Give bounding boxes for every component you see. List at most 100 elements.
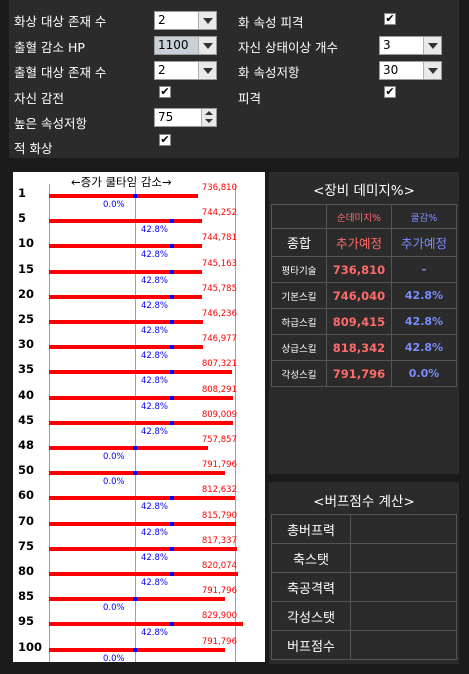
self-abnormal-count-combo[interactable]: 3 xyxy=(379,36,442,55)
chart-cool-label: 42.8% xyxy=(141,527,169,538)
chart-damage-label: 745,785 xyxy=(201,283,237,294)
bleed-target-count-combo[interactable]: 2 xyxy=(154,61,217,80)
buff-row-value xyxy=(350,543,457,573)
chart-level-label: 80 xyxy=(18,564,35,578)
chart-damage-bar xyxy=(49,420,233,425)
chevron-down-icon[interactable] xyxy=(198,37,216,54)
fire-attr-reduce-label: 화 속성저항 xyxy=(238,65,300,80)
buff-row: 축스탯 xyxy=(271,543,457,573)
chart-level-label: 40 xyxy=(18,387,35,402)
chart-level-label: 15 xyxy=(18,261,35,276)
chart-level-label: 10 xyxy=(18,236,35,251)
equip-damage-value: 809,415 xyxy=(326,308,392,335)
equip-row: 상급스킬 818,342 42.8% xyxy=(271,334,457,361)
hit-label: 피격 xyxy=(238,91,262,106)
equip-skill-name: 상급스킬 xyxy=(271,334,327,361)
chart-cool-point xyxy=(170,294,174,299)
chart-cool-label: 42.8% xyxy=(141,300,169,311)
chart-damage-label: 746,977 xyxy=(201,334,237,345)
chevron-down-icon[interactable] xyxy=(198,12,216,29)
add-expected-cool: 추가예정 xyxy=(391,228,457,257)
equip-row: 기본스킬 746,040 42.8% xyxy=(271,282,457,309)
fire-attr-reduce-value: 30 xyxy=(383,63,399,77)
chart-cool-label: 0.0% xyxy=(103,603,125,614)
chart-cool-point xyxy=(170,420,174,425)
equip-skill-name: 평타기술 xyxy=(271,256,327,283)
chart-damage-bar xyxy=(49,496,235,501)
chevron-down-icon[interactable] xyxy=(198,62,216,79)
chart-damage-label: 791,796 xyxy=(201,586,237,597)
equip-cool-value: 42.8% xyxy=(391,308,457,335)
chart-cool-label: 0.0% xyxy=(103,200,125,210)
bleed-target-count-label: 출혈 대상 존재 수 xyxy=(14,65,107,80)
chart-cool-label: 42.8% xyxy=(141,351,169,362)
chart-cool-point xyxy=(170,345,174,350)
chart-damage-bar xyxy=(49,320,203,324)
chevron-down-icon[interactable] xyxy=(423,62,441,79)
chart-level-label: 48 xyxy=(18,438,35,452)
chart-cool-point xyxy=(170,521,174,526)
buff-table: 총버프력 축스탯 축공격력 각성스탯 버프점수 xyxy=(271,514,457,660)
chart-damage-label: 815,790 xyxy=(201,510,237,521)
bleed-hp-decrease-combo[interactable]: 1100 xyxy=(154,36,217,55)
equip-damage-value: 736,810 xyxy=(326,256,392,283)
settings-panel: 화상 대상 존재 수 2 출혈 감소 HP 1100 출혈 대상 존재 수 2 … xyxy=(9,0,459,158)
chart-damage-label: 807,321 xyxy=(201,359,237,370)
buff-row-label: 각성스탯 xyxy=(271,601,351,631)
buff-row-label: 축공격력 xyxy=(271,572,351,602)
buff-row: 총버프력 xyxy=(271,514,457,544)
chart-damage-bar xyxy=(49,546,237,551)
hit-checkbox[interactable]: ✔ xyxy=(384,86,396,98)
chart-cool-point xyxy=(170,572,174,576)
chart-damage-bar xyxy=(49,269,203,274)
chart-level-label: 1 xyxy=(18,186,27,200)
chart-damage-label: 736,810 xyxy=(201,183,237,193)
enemy-burn-checkbox[interactable]: ✔ xyxy=(159,134,171,146)
spin-arrows-icon[interactable] xyxy=(201,109,216,126)
self-sense-checkbox[interactable]: ✔ xyxy=(159,86,171,98)
high-attr-reduce-spinner[interactable]: 75 xyxy=(154,108,217,127)
buff-row-label: 총버프력 xyxy=(271,514,351,544)
chart-damage-label: 809,009 xyxy=(201,409,237,420)
equip-damage-value: 818,342 xyxy=(326,334,392,361)
equip-cool-value: 42.8% xyxy=(391,334,457,361)
chart-damage-bar xyxy=(49,345,203,350)
equip-row: 하급스킬 809,415 42.8% xyxy=(271,308,457,335)
chart-cool-point xyxy=(170,496,174,501)
chevron-down-icon[interactable] xyxy=(423,37,441,54)
chart-level-label: 50 xyxy=(18,463,35,478)
buff-row-value xyxy=(350,601,457,631)
chart-cool-point xyxy=(170,244,174,249)
fire-attr-hit-checkbox[interactable]: ✔ xyxy=(384,13,396,25)
chart-damage-label: 812,632 xyxy=(201,485,237,496)
chart-cool-label: 42.8% xyxy=(141,225,169,236)
chart-damage-bar xyxy=(49,446,209,450)
chart-level-label: 45 xyxy=(18,412,35,427)
chart-level-label: 85 xyxy=(18,589,35,604)
chart-damage-bar xyxy=(49,622,243,627)
chart-cool-point xyxy=(170,269,174,274)
burn-target-count-combo[interactable]: 2 xyxy=(154,11,217,30)
self-abnormal-count-label: 자신 상태이상 개수 xyxy=(238,40,338,55)
chart-damage-label: 791,796 xyxy=(201,636,237,647)
chart-damage-label: 829,900 xyxy=(201,611,237,622)
buff-row: 각성스탯 xyxy=(271,601,457,631)
chart-cool-point xyxy=(133,446,137,450)
equip-table: 순데미지% 쿨감% 종합 추가예정 추가예정 평타기술 736,810- 기본스킬 7… xyxy=(271,204,457,387)
chart-damage-bar xyxy=(49,572,239,576)
fire-attr-reduce-combo[interactable]: 30 xyxy=(379,61,442,80)
high-attr-reduce-label: 높은 속성저항 xyxy=(14,116,87,131)
chart-level-label: 70 xyxy=(18,513,35,528)
chart-damage-bar xyxy=(49,244,202,249)
buff-score-panel: <버프점수 계산> 총버프력 축스탯 축공격력 각성스탯 버프점수 xyxy=(269,482,459,664)
chart-cool-label: 42.8% xyxy=(141,275,169,286)
chart-cool-point xyxy=(133,194,137,198)
buff-row-value xyxy=(350,572,457,602)
chart-damage-label: 817,337 xyxy=(201,535,237,546)
buff-title: <버프점수 계산> xyxy=(313,494,415,510)
chart-level-label: 25 xyxy=(18,312,35,326)
chart-damage-bar xyxy=(49,294,203,299)
chart-damage-label: 744,781 xyxy=(201,233,237,244)
burn-target-count-label: 화상 대상 존재 수 xyxy=(14,14,107,29)
buff-row-label: 축스탯 xyxy=(271,543,351,573)
